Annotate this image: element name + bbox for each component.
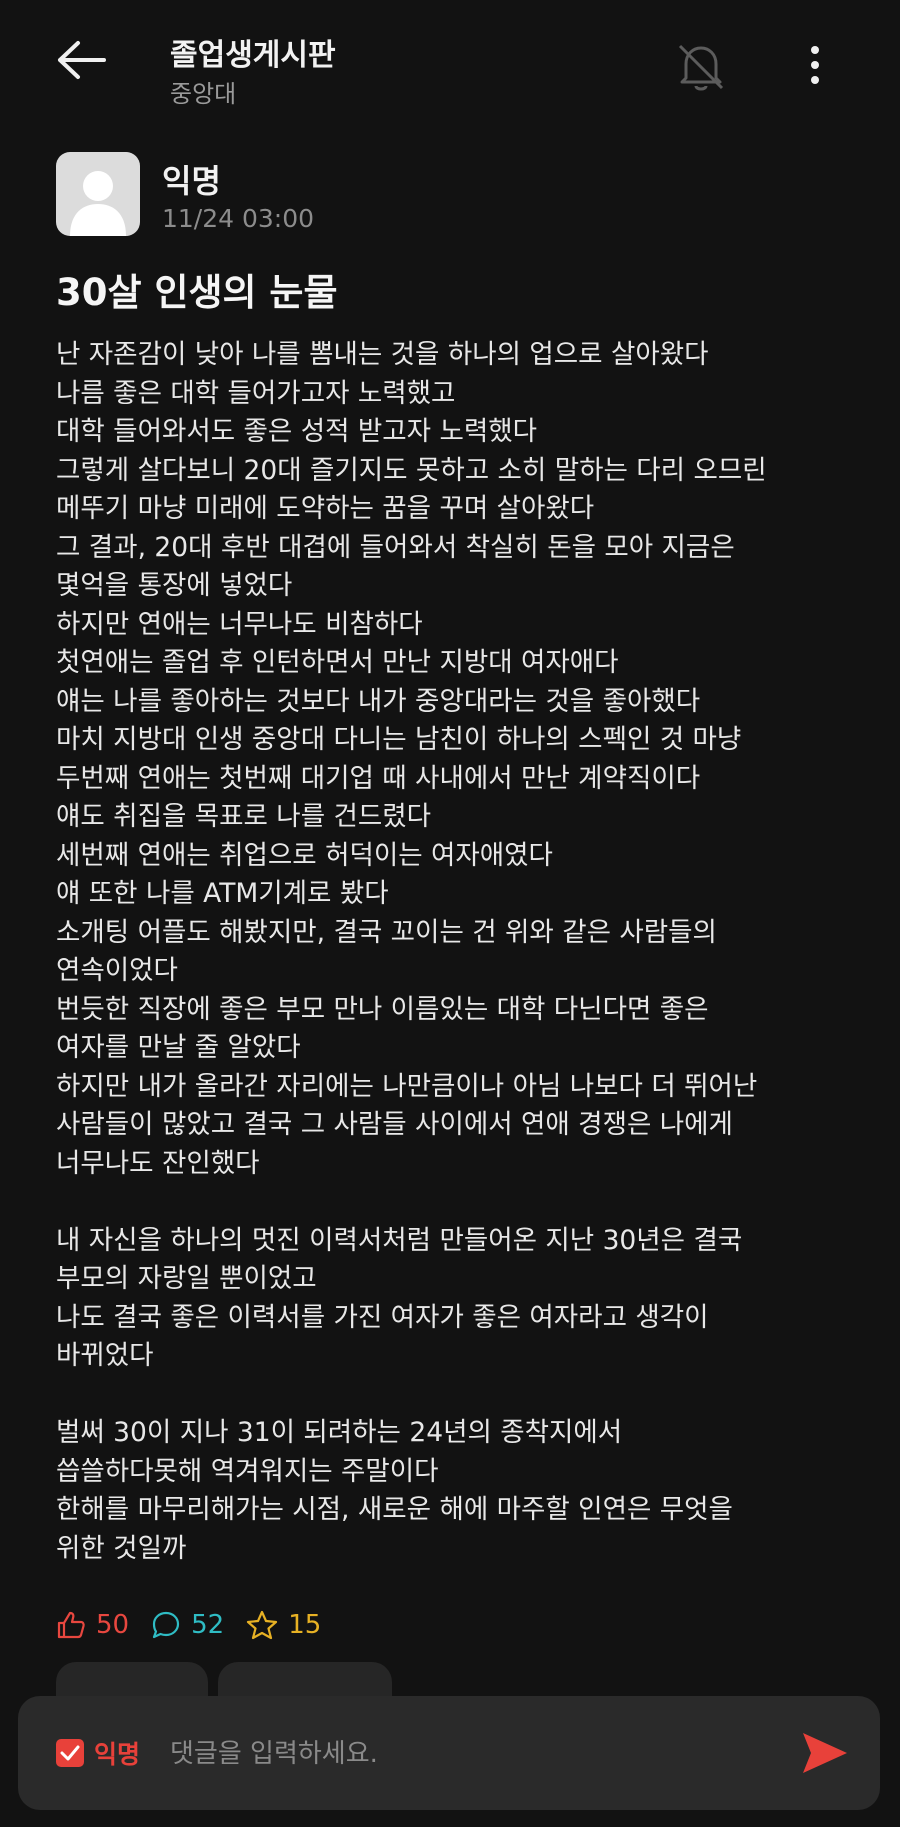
- default-profile-icon: [70, 171, 126, 236]
- comment-input[interactable]: [168, 1724, 792, 1784]
- post-body-line: 마치 지방대 인생 중앙대 다니는 남친이 하나의 스펙인 것 마냥: [56, 724, 742, 755]
- school-name: 중앙대: [170, 80, 237, 108]
- comment-count: 52: [191, 1610, 225, 1640]
- post-stats: 50 52 15: [56, 1603, 343, 1647]
- post-body-line: 소개팅 어플도 해봤지만, 결국 꼬이는 건 위와 같은 사람들의: [56, 916, 717, 948]
- back-button[interactable]: [56, 40, 116, 90]
- send-button[interactable]: [800, 1730, 850, 1776]
- more-vertical-icon: [811, 46, 819, 84]
- anonymous-checkbox[interactable]: [56, 1739, 84, 1767]
- post-body-line: 너무나도 잔인했다: [56, 1147, 260, 1179]
- star-icon: [247, 1610, 278, 1640]
- post-body-line: 벌써 30이 지나 31이 되려하는 24년의 종착지에서: [56, 1417, 623, 1448]
- post-body-line: 그렇게 살다보니 20대 즐기지도 못하고 소히 말하는 다리 오므린: [56, 454, 767, 486]
- post-body-line: 부모의 자랑일 뿐이었고: [56, 1263, 317, 1294]
- post-body-line: 그 결과, 20대 후반 대겹에 들어와서 착실히 돈을 모아 지금은: [56, 531, 735, 563]
- top-bar: 졸업생게시판 중앙대: [0, 0, 900, 130]
- board-title: 졸업생게시판: [170, 38, 336, 73]
- post-body-line: 바뀌었다: [56, 1340, 154, 1371]
- arrow-left-icon: [58, 41, 106, 79]
- post-body-line: 몇억을 통장에 넣었다: [56, 570, 293, 601]
- check-icon: [60, 1745, 80, 1761]
- scrap-stat: 15: [246, 1610, 321, 1640]
- post-body-line: 여자를 만날 줄 알았다: [56, 1032, 301, 1063]
- thumbs-up-icon: [57, 1611, 85, 1639]
- post-body-line: 메뚜기 마냥 미래에 도약하는 꿈을 꾸며 살아왔다: [56, 493, 595, 524]
- comment-composer: 익명: [18, 1696, 880, 1810]
- post-title: 30살 인생의 눈물: [56, 271, 338, 314]
- post-body-line: 하지만 내가 올라간 자리에는 나만큼이나 아님 나보다 더 뛰어난: [56, 1070, 758, 1102]
- bell-off-icon: [678, 44, 724, 91]
- post-body-line: 나름 좋은 대학 들어가고자 노력했고: [56, 377, 456, 409]
- post-body-line: [56, 1183, 856, 1222]
- post-body-line: 얘는 나를 좋아하는 것보다 내가 중앙대라는 것을 좋아했다: [56, 685, 701, 717]
- notification-toggle-button[interactable]: [672, 38, 730, 96]
- post-body-line: 나도 결국 좋은 이력서를 가진 여자가 좋은 여자라고 생각이: [56, 1301, 709, 1333]
- post-body: 난 자존감이 낮아 나를 뽐내는 것을 하나의 업으로 살아왔다나름 좋은 대학…: [56, 336, 856, 1568]
- post-body-line: 세번째 연애는 취업으로 허덕이는 여자애였다: [56, 839, 553, 871]
- post-body-line: 얘 또한 나를 ATM기계로 봤다: [56, 878, 389, 909]
- post-body-line: 사람들이 많았고 결국 그 사람들 사이에서 연애 경쟁은 나에게: [56, 1109, 733, 1140]
- post-body-line: [56, 1376, 856, 1415]
- like-stat: 50: [56, 1610, 129, 1640]
- anonymous-label: 익명: [94, 1740, 141, 1769]
- post-body-line: 씁쓸하다못해 역겨워지는 주말이다: [56, 1455, 439, 1487]
- post-body-line: 두번째 연애는 첫번째 대기업 때 사내에서 만난 계약직이다: [56, 762, 701, 794]
- more-options-button[interactable]: [800, 40, 830, 90]
- post-body-line: 번듯한 직장에 좋은 부모 만나 이름있는 대학 다닌다면 좋은: [56, 993, 709, 1025]
- post-body-line: 첫연애는 졸업 후 인턴하면서 만난 지방대 여자애다: [56, 647, 619, 678]
- post-body-line: 하지만 연애는 너무나도 비참하다: [56, 608, 423, 640]
- send-icon: [803, 1733, 847, 1773]
- author-name: 익명: [162, 162, 221, 200]
- post-body-line: 한해를 마무리해가는 시점, 새로운 해에 마주할 인연은 무엇을: [56, 1494, 733, 1525]
- comment-stat: 52: [151, 1610, 224, 1640]
- anonymous-toggle[interactable]: 익명: [56, 1736, 140, 1770]
- post-body-line: 대학 들어와서도 좋은 성적 받고자 노력했다: [56, 416, 537, 447]
- post-body-line: 얘도 취집을 목표로 나를 건드렸다: [56, 801, 432, 832]
- post-author: 익명 11/24 03:00: [56, 152, 656, 238]
- post-body-line: 연속이었다: [56, 955, 178, 986]
- speech-bubble-icon: [152, 1611, 180, 1639]
- post-timestamp: 11/24 03:00: [162, 204, 315, 233]
- avatar: [56, 152, 140, 236]
- post-body-line: 난 자존감이 낮아 나를 뽐내는 것을 하나의 업으로 살아왔다: [56, 339, 709, 370]
- post-body-line: 내 자신을 하나의 멋진 이력서처럼 만들어온 지난 30년은 결국: [56, 1224, 743, 1256]
- scrap-count: 15: [288, 1610, 322, 1640]
- like-count: 50: [96, 1610, 130, 1640]
- post-body-line: 위한 것일까: [56, 1532, 187, 1564]
